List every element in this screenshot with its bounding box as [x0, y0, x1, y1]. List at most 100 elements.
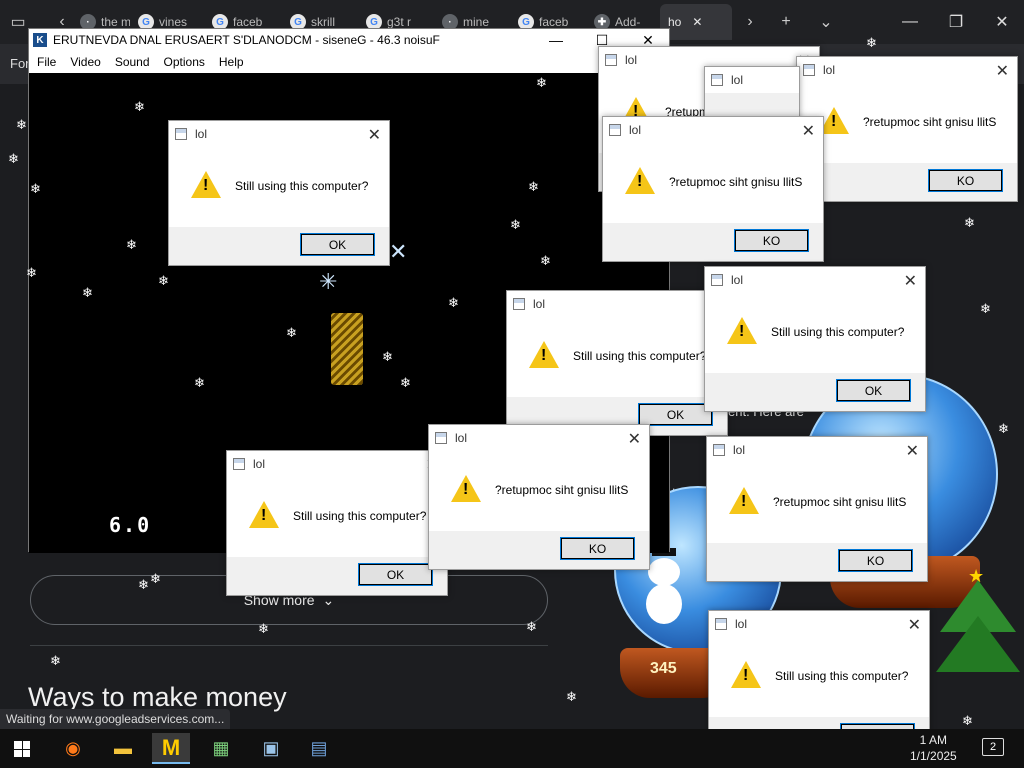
snowflake-icon: ❄ — [126, 237, 137, 252]
snowflake-icon: ❄ — [16, 117, 27, 132]
sparkle-icon: ✕ — [389, 239, 408, 264]
ok-button[interactable]: KO — [734, 229, 809, 252]
dialog-message: Still using this computer? — [771, 325, 905, 339]
snowflake-icon: ❄ — [286, 325, 297, 340]
fps-counter: 6.0 — [109, 513, 152, 537]
close-icon[interactable]: ✕ — [802, 121, 815, 141]
snowflake-icon: ❄ — [30, 181, 41, 196]
window-icon — [711, 274, 723, 286]
window-icon — [513, 298, 525, 310]
emulator-logo-icon: K — [33, 33, 47, 47]
close-icon[interactable]: ✕ — [628, 429, 641, 449]
warning-icon: ! — [727, 317, 757, 344]
snowflake-icon: ❄ — [50, 653, 61, 668]
alert-dialog: lol ✕ !Still using this computer? OK — [506, 290, 728, 436]
file-explorer-icon[interactable]: ▬ — [104, 733, 142, 764]
menu-file[interactable]: File — [37, 55, 56, 69]
dialog-message: ?retupmoc siht gnisu llitS — [863, 115, 997, 129]
ok-button[interactable]: OK — [300, 233, 375, 256]
emulator-title: ERUTNEVDA DNAL ERUSAERT S'DLANODCM - sis… — [53, 33, 440, 47]
ok-button[interactable]: KO — [928, 169, 1003, 192]
emulator-minimize-icon[interactable]: — — [533, 29, 579, 51]
emulator-menubar: File Video Sound Options Help — [29, 51, 669, 73]
new-tab-icon[interactable]: + — [774, 10, 798, 34]
taskbar-clock[interactable]: 1 AM 1/1/2025 — [910, 732, 957, 764]
maximize-icon[interactable]: ❐ — [938, 8, 974, 36]
tab-menu-icon[interactable]: ▭ — [6, 10, 30, 34]
mcdonalds-game-icon[interactable]: M — [152, 733, 190, 764]
alert-dialog: lol ✕ !Still using this computer? OK — [226, 450, 448, 596]
dialog-title: lol — [731, 273, 744, 287]
snowflake-icon: ❄ — [998, 421, 1009, 436]
dialog-title: lol — [455, 431, 468, 445]
ok-button[interactable]: OK — [836, 379, 911, 402]
warning-icon: ! — [729, 487, 759, 514]
window-icon — [715, 618, 727, 630]
snowflake-icon: ❄ — [400, 375, 411, 390]
close-icon[interactable]: ✕ — [996, 61, 1009, 81]
game-sprite — [331, 313, 363, 385]
ok-button[interactable]: OK — [638, 403, 713, 426]
dialog-title: lol — [253, 457, 266, 471]
photos-icon[interactable]: ▣ — [252, 733, 290, 764]
dialog-message: ?retupmoc siht gnisu llitS — [495, 483, 629, 497]
snowflake-icon: ❄ — [8, 151, 19, 166]
document-icon[interactable]: ▤ — [300, 733, 338, 764]
warning-icon: ! — [625, 167, 655, 194]
close-tab-icon[interactable]: ✕ — [692, 15, 702, 29]
menu-video[interactable]: Video — [70, 55, 100, 69]
nav-text[interactable]: For — [10, 56, 30, 71]
ok-button[interactable]: KO — [838, 549, 913, 572]
dialog-message: Still using this computer? — [235, 179, 369, 193]
close-window-icon[interactable]: ✕ — [984, 8, 1020, 36]
ok-button[interactable]: KO — [560, 537, 635, 560]
alert-dialog: lol ✕ ! Still using this computer? OK — [168, 120, 390, 266]
menu-sound[interactable]: Sound — [115, 55, 150, 69]
windows-start-icon[interactable] — [14, 741, 30, 757]
warning-icon: ! — [529, 341, 559, 368]
warning-icon: ! — [451, 475, 481, 502]
menu-options[interactable]: Options — [164, 55, 205, 69]
warning-icon: ! — [731, 661, 761, 688]
alert-dialog: lol ✕ ! Still using this computer? OK — [704, 266, 926, 412]
snow-app-icon[interactable]: ▦ — [202, 733, 240, 764]
dialog-title: lol — [733, 443, 746, 457]
firefox-icon[interactable]: ◉ — [54, 733, 92, 764]
close-icon[interactable]: ✕ — [904, 271, 917, 291]
snowflake-icon: ❄ — [194, 375, 205, 390]
warning-icon: ! — [249, 501, 279, 528]
scroll-tabs-right-icon[interactable]: › — [738, 10, 762, 34]
globe-counter: 345 — [650, 660, 677, 677]
minimize-icon[interactable]: — — [892, 8, 928, 36]
snowflake-icon: ❄ — [158, 273, 169, 288]
snowflake-icon: ❄ — [82, 285, 93, 300]
menu-help[interactable]: Help — [219, 55, 244, 69]
chevron-down-icon[interactable]: ⌄ — [814, 10, 838, 34]
dialog-title: lol — [629, 123, 642, 137]
snowman-icon — [646, 548, 682, 624]
ok-button[interactable]: OK — [358, 563, 433, 586]
dialog-message: ?retupmoc siht gnisu llitS — [669, 175, 803, 189]
sparkle-icon: ✳ — [319, 269, 338, 294]
alert-dialog: lol ✕ ! ?retupmoc siht gnisu llitS KO — [602, 116, 824, 262]
taskbar: ◉ ▬ M ▦ ▣ ▤ — [0, 729, 1024, 768]
notification-icon[interactable]: 2 — [982, 738, 1004, 756]
snowflake-icon: ❄ — [536, 75, 547, 90]
dialog-title: lol — [195, 127, 208, 141]
window-icon — [711, 74, 723, 86]
snowflake-icon: ❄ — [526, 619, 537, 634]
close-icon[interactable]: ✕ — [368, 125, 381, 145]
window-icon — [233, 458, 245, 470]
close-icon[interactable]: ✕ — [908, 615, 921, 635]
dialog-title: lol — [731, 73, 744, 87]
window-icon — [435, 432, 447, 444]
window-icon — [609, 124, 621, 136]
window-icon — [713, 444, 725, 456]
snowflake-icon: ❄ — [134, 99, 145, 114]
warning-icon: ! — [191, 171, 221, 198]
snowflake-icon: ❄ — [866, 35, 877, 50]
dialog-message: Still using this computer? — [775, 669, 909, 683]
close-icon[interactable]: ✕ — [906, 441, 919, 461]
dialog-title: lol — [533, 297, 546, 311]
snowflake-icon: ❄ — [510, 217, 521, 232]
